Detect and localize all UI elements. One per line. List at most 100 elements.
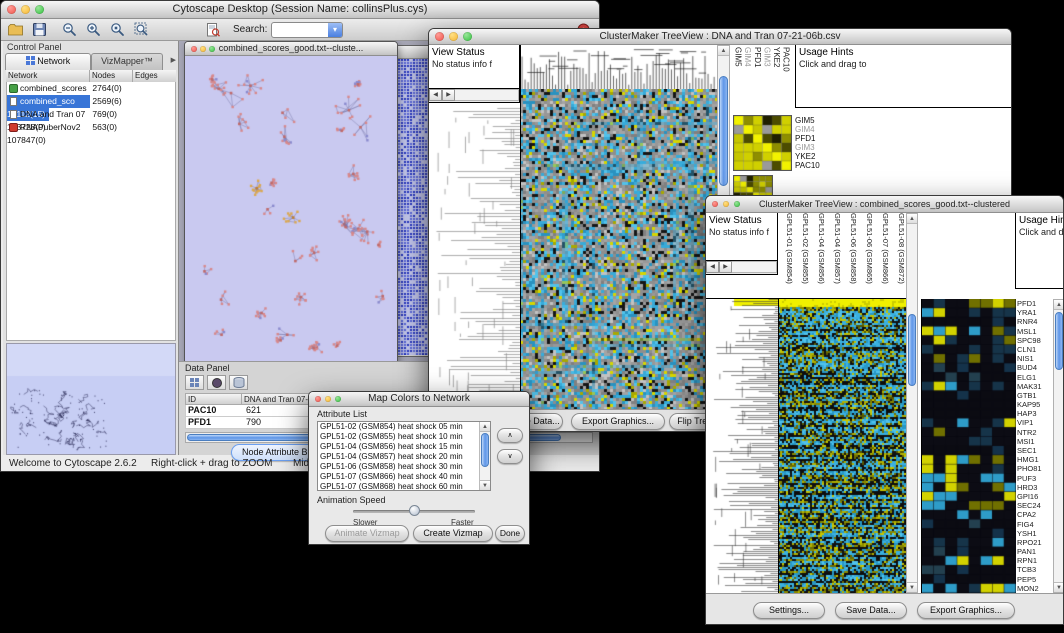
gene-label[interactable]: PEP5 (1017, 575, 1053, 584)
zoom-window-button[interactable] (463, 32, 472, 41)
experiment-label[interactable]: GPL51-08 (GSM872) (890, 213, 906, 298)
export-graphics-button[interactable]: Export Graphics... (571, 413, 665, 430)
attribute-item[interactable]: GPL51-02 (GSM854) heat shock 05 min (318, 422, 479, 432)
experiment-label[interactable]: GPL51-04 (GSM857) (826, 213, 842, 298)
open-session-button[interactable] (5, 21, 25, 38)
dialog-titlebar[interactable]: Map Colors to Network (309, 392, 529, 407)
gene-label[interactable]: MON2 (1017, 584, 1053, 593)
scroll-down-button[interactable]: ▼ (480, 480, 490, 490)
column-label[interactable]: GIM3 (762, 47, 772, 113)
save-session-button[interactable] (29, 21, 49, 38)
close-button[interactable] (191, 46, 197, 52)
gene-label[interactable]: CLN1 (1017, 345, 1053, 354)
attribute-listbox[interactable]: GPL51-02 (GSM854) heat shock 05 min GPL51… (317, 421, 491, 491)
animation-speed-slider[interactable] (353, 504, 475, 518)
gene-label[interactable]: MAK31 (1017, 382, 1053, 391)
close-button[interactable] (435, 32, 444, 41)
tab-network[interactable]: Network (5, 53, 91, 70)
zoom-window-button[interactable] (209, 46, 215, 52)
zoom-window-button[interactable] (35, 5, 44, 14)
gene-label[interactable]: NTR2 (1017, 428, 1053, 437)
id-column-header[interactable]: ID (186, 394, 242, 404)
tv1-column-dendrogram[interactable] (520, 45, 717, 89)
network-row[interactable]: RNAPuberNov2 563(0) 107847(0) (7, 121, 175, 134)
close-button[interactable] (315, 396, 321, 402)
scroll-track[interactable] (455, 89, 519, 101)
scroll-up-button[interactable]: ▲ (907, 214, 917, 224)
delete-attribute-button[interactable] (207, 375, 226, 390)
close-button[interactable] (7, 5, 16, 14)
gene-label[interactable]: MSI1 (1017, 437, 1053, 446)
scroll-down-button[interactable]: ▼ (1054, 582, 1064, 592)
tv1-titlebar[interactable]: ClusterMaker TreeView : DNA and Tran 07-… (429, 29, 1011, 45)
save-data-button[interactable]: Save Data... (835, 602, 907, 619)
tv2-main-vscrollbar[interactable]: ▲ ▼ (906, 213, 918, 593)
scroll-right-button[interactable]: ▶ (442, 89, 455, 101)
scroll-left-button[interactable]: ◀ (706, 261, 719, 273)
gene-label[interactable]: NIS1 (1017, 354, 1053, 363)
network-row-selected[interactable]: combined_sco 2569(6) 13112(15) (7, 95, 175, 108)
network-row[interactable]: combined_scores 2764(0) 16218(0) (7, 82, 175, 95)
done-button[interactable]: Done (495, 525, 525, 542)
gene-label[interactable]: CPA2 (1017, 510, 1053, 519)
minimize-button[interactable] (325, 396, 331, 402)
tv2-titlebar[interactable]: ClusterMaker TreeView : combined_scores_… (706, 196, 1063, 213)
row-label[interactable]: PFD1 (795, 134, 835, 143)
column-label[interactable]: PAC10 (781, 47, 791, 113)
move-up-button[interactable]: ∧ (497, 428, 523, 443)
experiment-label[interactable]: GPL51-04 (GSM856) (810, 213, 826, 298)
row-label[interactable]: GIM4 (795, 125, 835, 134)
vscroll-thumb[interactable] (1055, 312, 1063, 370)
scroll-up-button[interactable]: ▲ (718, 46, 729, 56)
gene-label[interactable]: GTB1 (1017, 391, 1053, 400)
gene-label[interactable]: FIG4 (1017, 520, 1053, 529)
network-overview[interactable] (6, 343, 176, 455)
gene-label[interactable]: RPN1 (1017, 556, 1053, 565)
network-view-titlebar[interactable]: combined_scores_good.txt--cluste... (185, 42, 397, 56)
attribute-item[interactable]: GPL51-07 (GSM868) heat shock 60 min (318, 482, 479, 491)
attribute-item[interactable]: GPL51-07 (GSM866) heat shock 40 min (318, 472, 479, 482)
listbox-vscrollbar[interactable]: ▲ ▼ (479, 422, 490, 490)
tv1-row-dendrogram[interactable] (429, 107, 520, 409)
attribute-store-button[interactable] (229, 375, 248, 390)
main-titlebar[interactable]: Cytoscape Desktop (Session Name: collins… (1, 1, 599, 19)
gene-label[interactable]: RNR4 (1017, 317, 1053, 326)
zoom-in-button[interactable] (83, 21, 103, 38)
experiment-label[interactable]: GPL51-06 (GSM858) (842, 213, 858, 298)
experiment-label[interactable]: GPL51-07 (GSM866) (874, 213, 890, 298)
vscroll-thumb[interactable] (719, 76, 728, 186)
header-nodes[interactable]: Nodes (90, 70, 133, 82)
scroll-up-button[interactable]: ▲ (480, 422, 490, 432)
gene-label[interactable]: MSL1 (1017, 327, 1053, 336)
tv2-right-vscrollbar[interactable]: ▲ ▼ (1053, 299, 1064, 593)
column-label[interactable]: PFD1 (752, 47, 762, 113)
animate-vizmap-button[interactable]: Animate Vizmap (325, 525, 409, 542)
minimize-button[interactable] (21, 5, 30, 14)
gene-label[interactable]: HAP3 (1017, 409, 1053, 418)
zoom-window-button[interactable] (335, 396, 341, 402)
gene-label[interactable]: RPO21 (1017, 538, 1053, 547)
attribute-item[interactable]: GPL51-04 (GSM856) heat shock 15 min (318, 442, 479, 452)
tv2-selection-heatmap[interactable] (921, 299, 1016, 593)
tv1-status-scrollbar[interactable]: ◀ ▶ (429, 89, 520, 103)
gene-label[interactable]: SEC24 (1017, 501, 1053, 510)
experiment-label[interactable]: GPL51-01 (GSM854) (778, 213, 794, 298)
gene-label[interactable]: SPC98 (1017, 336, 1053, 345)
gene-label[interactable]: TCB3 (1017, 565, 1053, 574)
gene-label[interactable]: SEC1 (1017, 446, 1053, 455)
experiment-label[interactable]: GPL51-06 (GSM865) (858, 213, 874, 298)
settings-button[interactable]: Settings... (753, 602, 825, 619)
network-overview-canvas[interactable] (7, 344, 175, 454)
header-edges[interactable]: Edges (133, 70, 176, 82)
tab-scroll-right-button[interactable]: ▶ (171, 56, 176, 64)
gene-label[interactable]: HMG1 (1017, 455, 1053, 464)
row-label[interactable]: PAC10 (795, 161, 835, 170)
tv1-heatmap-canvas[interactable] (520, 89, 717, 409)
gene-label[interactable]: BUD4 (1017, 363, 1053, 372)
slider-thumb[interactable] (409, 505, 420, 516)
tab-vizmapper[interactable]: VizMapper™ (91, 53, 163, 70)
select-attributes-button[interactable] (185, 375, 204, 390)
zoom-selected-button[interactable] (107, 21, 127, 38)
gene-label[interactable]: GPI16 (1017, 492, 1053, 501)
scroll-left-button[interactable]: ◀ (429, 89, 442, 101)
